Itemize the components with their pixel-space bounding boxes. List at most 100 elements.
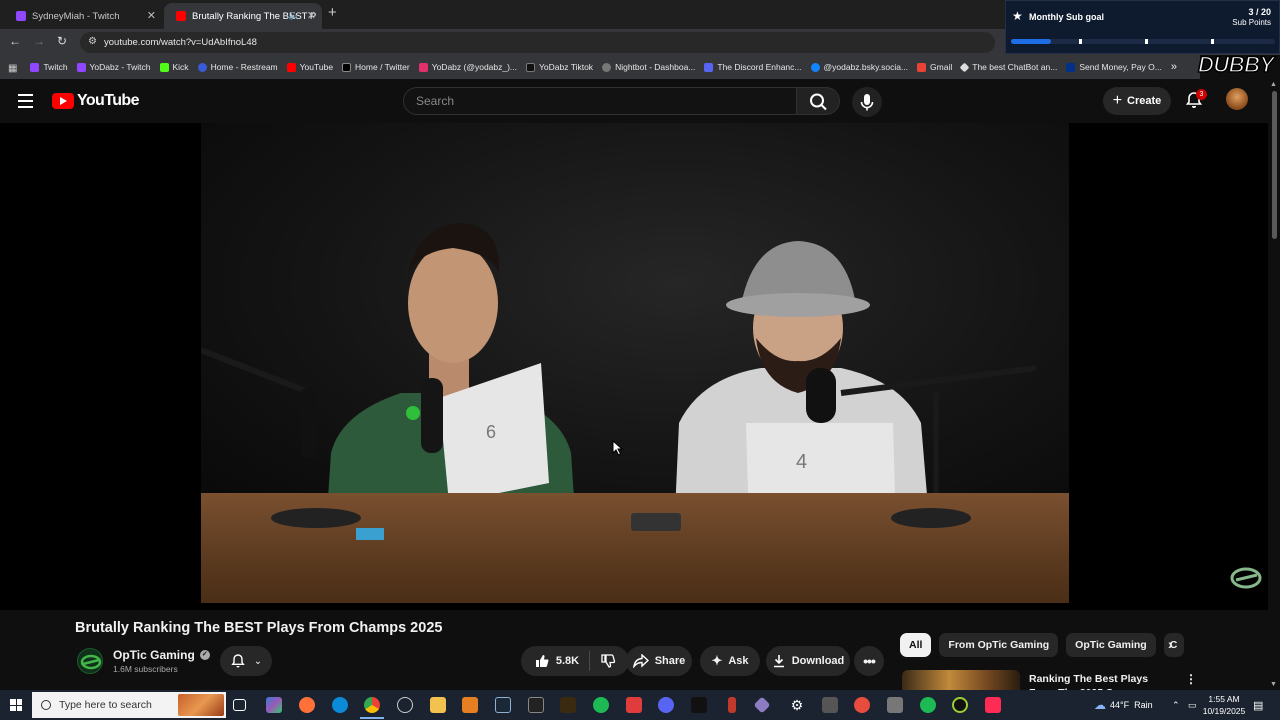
bookmark-tiktok[interactable]: YoDabz Tiktok — [526, 62, 593, 72]
chevron-down-icon: ⌄ — [253, 655, 263, 667]
steam-icon[interactable] — [495, 697, 511, 713]
app-icon-5[interactable] — [854, 697, 870, 713]
voice-search-button[interactable] — [852, 87, 882, 117]
bookmark-nightbot[interactable]: Nightbot - Dashboa... — [602, 62, 695, 72]
page-scrollbar[interactable]: ▲ ▼ — [1268, 79, 1280, 690]
bookmark-restream[interactable]: Home - Restream — [197, 62, 278, 72]
new-tab-button[interactable]: + — [328, 4, 337, 21]
bookmark-instagram[interactable]: YoDabz (@yodabz_)... — [418, 62, 517, 72]
epic-games-icon[interactable] — [528, 697, 544, 713]
chip-all[interactable]: All — [900, 633, 932, 657]
app-icon-7[interactable] — [920, 697, 936, 713]
bookmark-gmail[interactable]: Gmail — [917, 62, 952, 72]
more-actions-button[interactable]: ••• — [854, 646, 884, 676]
bookmark-bluesky[interactable]: @yodabz.bsky.socia... — [810, 62, 908, 72]
chips-next-arrow-icon[interactable]: › — [1168, 636, 1173, 652]
app-icon[interactable] — [462, 697, 478, 713]
notification-center-icon[interactable]: ▤ — [1253, 690, 1263, 720]
bookmark-kick[interactable]: Kick — [159, 62, 189, 72]
video-scene-props — [271, 508, 971, 540]
bookmark-youtube[interactable]: YouTube — [286, 62, 333, 72]
speaker-icon[interactable]: 🔈 — [289, 10, 300, 21]
bookmark-yodabz-twitch[interactable]: YoDabz - Twitch — [76, 62, 151, 72]
app-icon-3[interactable] — [626, 697, 642, 713]
reload-icon[interactable]: ↻ — [57, 34, 67, 48]
omnibox[interactable]: ⚙ youtube.com/watch?v=UdAbIfnoL48 — [80, 32, 995, 53]
tab-youtube-active[interactable]: Brutally Ranking The BEST P 🔈 ✕ — [164, 3, 322, 29]
paypal-icon — [1066, 62, 1076, 72]
file-explorer-icon[interactable] — [430, 697, 446, 713]
taskbar-search-input[interactable] — [59, 699, 171, 711]
bookmark-chatbot[interactable]: The best ChatBot an... — [959, 62, 1057, 72]
hamburger-menu-icon[interactable] — [18, 94, 33, 112]
chip-from-channel[interactable]: From OpTic Gaming — [939, 633, 1059, 657]
scrollbar-thumb[interactable] — [1272, 91, 1277, 239]
settings-icon[interactable]: ⚙ — [789, 697, 805, 713]
tray-chevron-icon[interactable]: ⌃ — [1172, 690, 1180, 720]
close-tab-icon[interactable]: ✕ — [147, 9, 156, 22]
search-input[interactable] — [416, 94, 786, 108]
recommended-more-icon[interactable]: ⋮ — [1185, 672, 1197, 686]
edge-icon[interactable] — [332, 697, 348, 713]
firefox-icon[interactable] — [299, 697, 315, 713]
channel-avatar[interactable] — [77, 648, 103, 674]
close-tab-icon[interactable]: ✕ — [307, 9, 316, 22]
thumbs-down-icon[interactable] — [600, 653, 616, 669]
tab-twitch[interactable]: SydneyMiah - Twitch ✕ — [4, 3, 162, 29]
account-avatar[interactable] — [1226, 88, 1248, 110]
app-icon-6[interactable] — [887, 697, 903, 713]
share-button[interactable]: Share — [626, 646, 692, 676]
bookmark-discord-enhancer[interactable]: The Discord Enhanc... — [704, 62, 802, 72]
pen-icon[interactable] — [753, 696, 771, 714]
bookmark-twitch[interactable]: Twitch — [30, 62, 68, 72]
download-button[interactable]: Download — [766, 646, 850, 676]
search-button[interactable] — [796, 87, 840, 115]
channel-name[interactable]: OpTic Gaming ✓ — [113, 648, 210, 662]
taskbar-search-box[interactable] — [32, 692, 226, 718]
video-frame[interactable]: 6 4 — [201, 123, 1069, 603]
recommended-video-title[interactable]: Ranking The Best Plays From The 2025 Sea… — [1029, 672, 1169, 690]
back-icon[interactable]: ← — [9, 34, 21, 48]
site-info-icon[interactable]: ⚙ — [88, 36, 97, 47]
download-label: Download — [791, 655, 845, 667]
app-icon-8[interactable] — [952, 697, 968, 713]
search-box[interactable] — [403, 87, 797, 115]
discord-icon[interactable] — [658, 697, 674, 713]
apps-icon[interactable]: ▦ — [8, 63, 21, 74]
create-button[interactable]: + Create — [1103, 87, 1171, 115]
chip-channel[interactable]: OpTic Gaming — [1066, 633, 1156, 657]
rain-cloud-icon: ☁ — [1094, 698, 1106, 712]
tiktok-icon[interactable] — [691, 697, 707, 713]
thumbs-up-icon[interactable] — [534, 653, 550, 669]
like-count[interactable]: 5.8K — [556, 655, 579, 667]
weather-widget[interactable]: ☁ 44°F Rain — [1094, 690, 1153, 720]
bookmark-twitter[interactable]: Home / Twitter — [342, 62, 410, 72]
channel-name-text[interactable]: OpTic Gaming — [113, 648, 195, 662]
ask-button[interactable]: ✦ Ask — [700, 646, 760, 676]
scroll-down-arrow-icon[interactable]: ▼ — [1270, 681, 1277, 688]
youtube-logo[interactable]: YouTube — [52, 92, 139, 110]
verified-check-icon: ✓ — [199, 650, 210, 660]
obs-icon[interactable] — [397, 697, 413, 713]
netflix-icon[interactable] — [728, 697, 736, 713]
url-text[interactable]: youtube.com/watch?v=UdAbIfnoL48 — [104, 37, 257, 48]
chrome-icon[interactable] — [360, 697, 384, 719]
subscribed-notifications-button[interactable]: ⌄ — [220, 646, 272, 676]
taskbar-clock[interactable]: 1:55 AM 10/19/2025 — [1200, 693, 1248, 717]
app-icon-4[interactable] — [822, 697, 838, 713]
task-view-icon[interactable] — [233, 699, 246, 711]
video-player[interactable]: 6 4 — [0, 123, 1268, 610]
app-icon-2[interactable] — [560, 697, 576, 713]
bookmark-paypal[interactable]: Send Money, Pay O... — [1066, 62, 1162, 72]
spotify-icon[interactable] — [593, 697, 609, 713]
bookmarks-overflow-button[interactable]: » — [1171, 61, 1177, 73]
windows-start-icon[interactable] — [10, 699, 22, 711]
copilot-icon[interactable] — [266, 697, 282, 713]
recommended-video-thumbnail[interactable] — [902, 670, 1020, 690]
tiktok-live-icon[interactable] — [985, 697, 1001, 713]
tiktok-icon — [526, 62, 536, 72]
network-icon[interactable]: ▭ — [1188, 690, 1197, 720]
chip-partial[interactable]: C — [1163, 633, 1184, 657]
scroll-up-arrow-icon[interactable]: ▲ — [1270, 81, 1277, 88]
forward-icon[interactable]: → — [33, 34, 45, 48]
